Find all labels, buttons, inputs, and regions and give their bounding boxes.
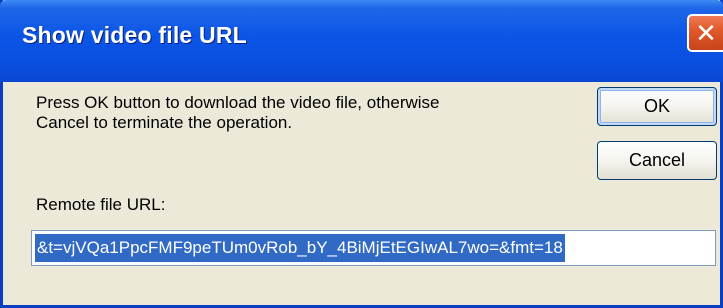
remote-url-label: Remote file URL: <box>36 195 166 214</box>
title-bar[interactable]: Show video file URL ✕ <box>0 0 723 82</box>
ok-button[interactable]: OK <box>597 87 717 126</box>
message-line-2: Cancel to terminate the operation. <box>36 113 293 132</box>
dialog-window: Show video file URL ✕ Press OK button to… <box>0 0 723 308</box>
message-line-1: Press OK button to download the video fi… <box>36 93 440 112</box>
remote-url-field[interactable]: &t=vjVQa1PpcFMF9peTUm0vRob_bY_4BiMjEtEGI… <box>31 230 716 266</box>
remote-url-value: &t=vjVQa1PpcFMF9peTUm0vRob_bY_4BiMjEtEGI… <box>35 234 565 262</box>
close-button[interactable]: ✕ <box>687 14 723 52</box>
close-icon: ✕ <box>695 18 717 48</box>
window-title: Show video file URL <box>22 22 247 48</box>
cancel-button[interactable]: Cancel <box>597 141 717 180</box>
message-text: Press OK button to download the video fi… <box>36 93 576 133</box>
